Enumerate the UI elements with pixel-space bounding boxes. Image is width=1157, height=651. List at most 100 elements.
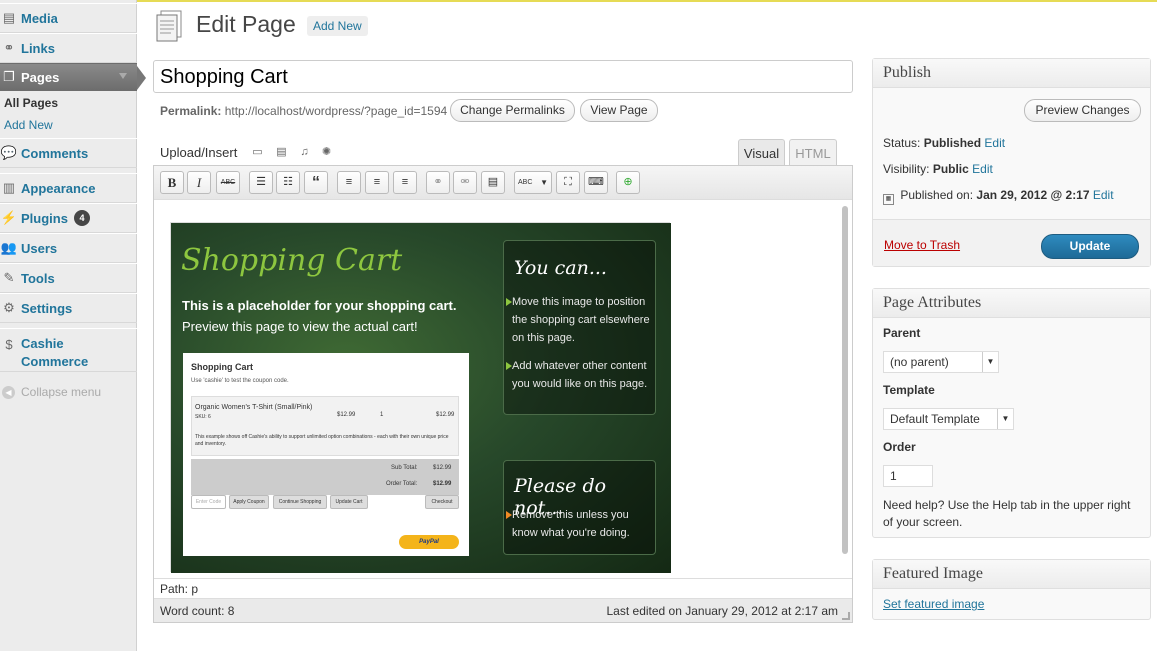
parent-select[interactable]: (no parent) ▼ (883, 351, 999, 373)
editor-content-area[interactable]: Shopping Cart This is a placeholder for … (154, 201, 852, 577)
collapse-menu-label: Collapse menu (21, 385, 102, 399)
pages-icon: ❐ (3, 69, 15, 84)
preview-changes-button[interactable]: Preview Changes (1024, 99, 1141, 122)
chevron-down-icon: ▼ (997, 409, 1013, 429)
sidebar-item-label: Tools (21, 270, 55, 286)
sidebar-item-users[interactable]: 👥 Users (0, 233, 137, 263)
sidebar-item-plugins[interactable]: ⚡ Plugins 4 (0, 203, 137, 233)
editor-scrollbar[interactable] (840, 204, 850, 554)
add-audio-icon[interactable]: ♫ (298, 146, 311, 158)
tab-visual[interactable]: Visual (738, 139, 785, 166)
set-featured-image-link[interactable]: Set featured image (883, 597, 984, 611)
collapse-menu-button[interactable]: ◀ Collapse menu (2, 385, 101, 399)
numbered-list-button[interactable]: ☷ (276, 171, 300, 194)
visibility-row: Visibility: Public Edit (883, 162, 993, 176)
bullet-list-button[interactable]: ☰ (249, 171, 273, 194)
you-can-item-2: Add whatever other content you would lik… (506, 357, 647, 393)
fullscreen-button[interactable]: ⛶ (556, 171, 580, 194)
permalink-url[interactable]: http://localhost/wordpress/?page_id=1594 (225, 104, 448, 118)
sidebar-item-links[interactable]: ⚭ Links (0, 33, 137, 63)
mini-cart-summary: Sub Total: $12.99 Order Total: $12.99 (191, 459, 459, 495)
fullscreen-icon: ⛶ (564, 176, 572, 188)
scrollbar-thumb[interactable] (842, 206, 848, 554)
mini-subtotal-label: Sub Total: (391, 465, 418, 471)
add-video-icon[interactable]: ▤ (275, 146, 288, 158)
permalink-row: Permalink: http://localhost/wordpress/?p… (160, 104, 447, 118)
mini-subtotal: $12.99 (433, 465, 452, 471)
insert-more-button[interactable]: ▤ (481, 171, 505, 194)
do-not-item-text: Remove this unless you (512, 509, 629, 521)
edit-status-link[interactable]: Edit (984, 136, 1005, 150)
align-right-button[interactable]: ≡ (393, 171, 417, 194)
chevron-down-icon: ▼ (982, 352, 998, 372)
kitchen-sink-button[interactable]: ⌨ (584, 171, 608, 194)
featured-image-title: Featured Image (873, 560, 1150, 589)
sidebar-item-comments[interactable]: 💬 Comments (0, 138, 137, 168)
sidebar-item-tools[interactable]: ✎ Tools (0, 263, 137, 293)
sidebar-item-label: Cashie (21, 336, 64, 351)
you-can-title: You can... (514, 257, 607, 279)
template-select[interactable]: Default Template ▼ (883, 408, 1014, 430)
add-media-icon[interactable]: ✺ (320, 146, 333, 158)
last-edited: Last edited on January 29, 2012 at 2:17 … (606, 604, 839, 618)
more-tag-icon: ▤ (487, 176, 499, 188)
shopping-cart-placeholder-image[interactable]: Shopping Cart This is a placeholder for … (170, 222, 671, 573)
submenu-add-new[interactable]: Add New (4, 118, 53, 132)
sidebar-item-media[interactable]: ▤ Media (0, 3, 137, 33)
resize-handle-icon[interactable] (842, 612, 850, 620)
post-title-input[interactable]: Shopping Cart (153, 60, 853, 93)
mini-product-name: Organic Women's T-Shirt (Small/Pink) (195, 404, 313, 411)
blockquote-button[interactable]: “ (304, 171, 328, 194)
edit-date-link[interactable]: Edit (1093, 188, 1114, 202)
do-not-item-1: Remove this unless you know what you're … (506, 506, 630, 542)
move-to-trash-link[interactable]: Move to Trash (884, 238, 960, 252)
sidebar-item-label: Settings (21, 300, 73, 316)
you-can-item-1: Move this image to position the shopping… (506, 293, 650, 347)
sidebar-item-appearance[interactable]: ▥ Appearance (0, 173, 137, 203)
warning-arrow-icon (506, 511, 512, 519)
you-can-item-text: the shopping cart elsewhere (512, 314, 650, 326)
add-new-page-button[interactable]: Add New (307, 16, 368, 36)
order-label: Order (883, 440, 916, 454)
sidebar-item-cashie-commerce[interactable]: $ Cashie Commerce (0, 328, 137, 372)
publish-box-title: Publish (873, 59, 1150, 88)
chevron-down-icon: ▼ (540, 178, 548, 187)
align-left-icon: ≡ (345, 176, 353, 188)
cart-description-line2: Preview this page to view the actual car… (182, 319, 418, 334)
top-highlight-line (137, 0, 1157, 2)
sidebar-item-pages[interactable]: ❐ Pages (0, 63, 137, 91)
italic-button[interactable]: I (187, 171, 211, 194)
edit-visibility-link[interactable]: Edit (972, 162, 993, 176)
sidebar-item-settings[interactable]: ⚙ Settings (0, 293, 137, 323)
upload-insert-label: Upload/Insert (160, 145, 238, 160)
featured-image-box: Featured Image Set featured image (872, 559, 1151, 620)
view-page-button[interactable]: View Page (580, 99, 658, 122)
align-center-button[interactable]: ≡ (365, 171, 389, 194)
update-button[interactable]: Update (1041, 234, 1139, 259)
help-text-line: of your screen. (883, 515, 963, 529)
tab-html[interactable]: HTML (789, 139, 837, 166)
insert-link-button[interactable]: ⚭ (426, 171, 450, 194)
sidebar-item-label: Pages (21, 69, 60, 85)
settings-icon: ⚙ (3, 300, 15, 315)
editor-toolbar: B I ABC ☰ ☷ “ ≡ ≡ ≡ ⚭ ⚮ ▤ ABC ▼ ⛶ ⌨ ⊕ (154, 166, 852, 200)
cart-preview: Shopping Cart Use 'cashie' to test the c… (183, 353, 469, 556)
cashie-insert-button[interactable]: ⊕ (616, 171, 640, 194)
mini-continue-shopping-button: Continue Shopping (273, 495, 327, 509)
mini-apply-coupon-button: Apply Coupon (229, 495, 269, 509)
bullet-arrow-icon (506, 298, 512, 306)
align-left-button[interactable]: ≡ (337, 171, 361, 194)
unlink-button[interactable]: ⚮ (453, 171, 477, 194)
mini-ordertotal-label: Order Total: (386, 481, 418, 487)
submenu-all-pages[interactable]: All Pages (4, 96, 58, 110)
order-input[interactable]: 1 (883, 465, 933, 487)
bold-button[interactable]: B (160, 171, 184, 194)
strikethrough-button[interactable]: ABC (216, 171, 240, 194)
spellcheck-button[interactable]: ABC ▼ (514, 171, 552, 194)
add-image-icon[interactable]: ▭ (251, 146, 264, 158)
mini-update-cart-button: Update Cart (330, 495, 368, 509)
sidebar-item-label: Plugins (21, 210, 68, 226)
collapse-arrow-icon[interactable] (119, 73, 127, 79)
change-permalinks-button[interactable]: Change Permalinks (450, 99, 575, 122)
align-center-icon: ≡ (373, 176, 381, 188)
